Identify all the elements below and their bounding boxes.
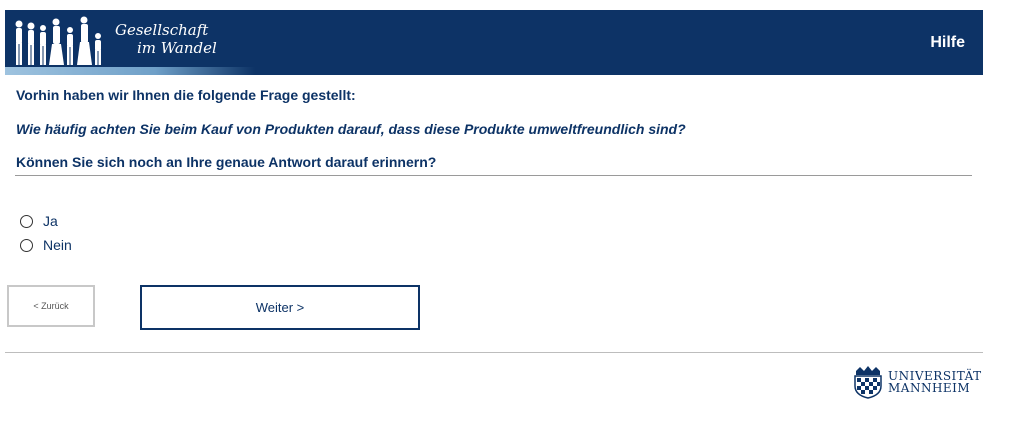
question-ask: Können Sie sich noch an Ihre genaue Antw… [16, 154, 437, 170]
option-ja[interactable]: Ja [20, 213, 58, 229]
question-divider [15, 175, 972, 176]
back-button[interactable]: < Zurück [7, 285, 95, 327]
university-logo: UNIVERSITÄT MANNHEIM [852, 365, 982, 399]
brand-title: Gesellschaft im Wandel [115, 21, 217, 57]
site-header: Gesellschaft im Wandel Hilfe [5, 10, 983, 75]
university-crest-icon [854, 366, 882, 399]
header-accent-strip [5, 67, 255, 75]
question-intro: Vorhin haben wir Ihnen die folgende Frag… [16, 87, 356, 103]
option-nein-label: Nein [43, 237, 72, 253]
logo-line-2: MANNHEIM [888, 381, 971, 395]
brand-line-2: im Wandel [137, 39, 217, 57]
brand-line-1: Gesellschaft [115, 21, 209, 39]
option-nein[interactable]: Nein [20, 237, 72, 253]
option-ja-label: Ja [43, 213, 58, 229]
footer-divider [5, 352, 983, 353]
radio-nein[interactable] [20, 238, 33, 252]
radio-ja[interactable] [20, 214, 33, 228]
question-quoted: Wie häufig achten Sie beim Kauf von Prod… [16, 121, 686, 137]
help-link[interactable]: Hilfe [930, 34, 965, 52]
people-silhouette-icon [15, 16, 101, 65]
next-button[interactable]: Weiter > [140, 285, 420, 330]
